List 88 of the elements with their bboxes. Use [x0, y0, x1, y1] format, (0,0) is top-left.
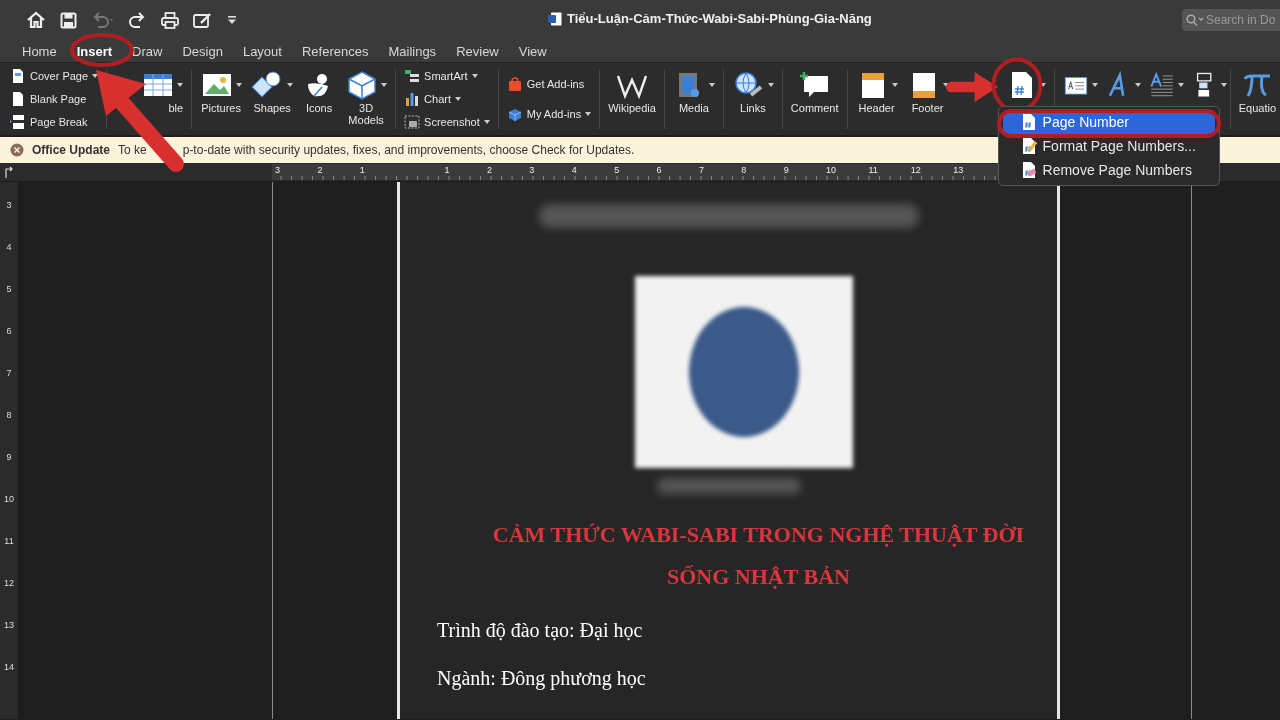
- ruler-number: 8: [741, 164, 747, 177]
- remove-page-number-icon: [1020, 161, 1037, 179]
- page-number-icon: [1020, 113, 1037, 131]
- ribbon-small-button[interactable]: My Add-ins: [504, 103, 594, 124]
- ribbon-button[interactable]: Pictures: [196, 68, 247, 114]
- ribbon-button[interactable]: Equatio: [1234, 68, 1280, 114]
- menu-item[interactable]: Remove Page Numbers: [1002, 158, 1215, 182]
- ribbon-button[interactable]: Wikipedia: [604, 68, 660, 114]
- ruler-number: 3: [275, 164, 280, 177]
- ribbon-small-button[interactable]: Chart: [402, 89, 492, 109]
- bar-chart-icon: [404, 91, 421, 107]
- ruler-number: 1: [444, 164, 450, 177]
- ruler-number: 2: [486, 164, 492, 177]
- page-break-icon: [10, 113, 26, 130]
- ribbon-tab[interactable]: Layout: [232, 40, 292, 62]
- ruler-number: 10: [826, 164, 837, 177]
- smartart-icon: [404, 68, 421, 85]
- ruler-number: 3: [529, 164, 535, 177]
- ribbon-button[interactable]: Links: [727, 68, 778, 114]
- message-text: p-to-date with security updates, fixes, and improvements, choose Check for Updates.: [182, 143, 635, 157]
- ruler-number: 3: [6, 199, 12, 212]
- print-icon[interactable]: [161, 11, 179, 29]
- ribbon-button[interactable]: Header: [851, 68, 902, 114]
- cover-page-icon: [10, 68, 26, 85]
- message-text: To ke: [118, 143, 147, 157]
- ribbon-tab[interactable]: Mailings: [378, 40, 447, 62]
- message-title: Office Update: [32, 143, 110, 157]
- ruler-number: 13: [953, 164, 964, 177]
- ribbon-small-button[interactable]: Blank Page: [8, 89, 101, 109]
- ribbon-tab[interactable]: Design: [172, 40, 233, 62]
- ribbon-tab[interactable]: Home: [12, 40, 67, 62]
- ruler-number: 6: [6, 325, 12, 338]
- blank-page-icon: [10, 91, 26, 107]
- home-icon[interactable]: [26, 11, 46, 29]
- search-icon[interactable]: [1186, 14, 1204, 26]
- ribbon-small-button[interactable]: Screenshot: [402, 111, 492, 132]
- ruler-number: 6: [656, 164, 662, 177]
- ribbon-button[interactable]: Comment: [786, 68, 843, 114]
- ruler-number: 1: [359, 164, 365, 177]
- ribbon-button[interactable]: 3D Models: [341, 68, 392, 126]
- document-text: Ngành: Đông phương học: [437, 666, 646, 692]
- menu-item[interactable]: Format Page Numbers...: [1002, 134, 1215, 158]
- ribbon-small-button[interactable]: Page Break: [8, 111, 101, 132]
- ruler-number: 9: [783, 164, 789, 177]
- ribbon-tab[interactable]: References: [291, 40, 379, 62]
- ribbon-tab[interactable]: Draw: [122, 40, 173, 62]
- undo-icon[interactable]: [91, 12, 115, 28]
- screenshot-icon: [404, 113, 421, 130]
- ribbon-button[interactable]: Media: [668, 68, 719, 114]
- ribbon-button[interactable]: Icons: [298, 68, 341, 114]
- ruler-number: 5: [614, 164, 620, 177]
- tab-selector-icon[interactable]: [4, 166, 14, 178]
- ruler-number: 11: [4, 535, 14, 548]
- ruler-number: 9: [6, 451, 12, 464]
- edit-icon[interactable]: [193, 11, 213, 29]
- ruler-number: 4: [571, 164, 577, 177]
- ribbon-button[interactable]: Footer: [902, 68, 953, 114]
- ribbon-small-button[interactable]: SmartArt: [402, 66, 492, 87]
- window-title: Tiểu-Luận-Cảm-Thức-Wabi-Sabi-Phùng-Gia-Năng: [567, 11, 872, 26]
- ribbon-tab[interactable]: Insert: [66, 40, 123, 62]
- shopping-bag-icon: [506, 76, 523, 93]
- ribbon-button[interactable]: ble: [137, 68, 188, 114]
- close-icon[interactable]: [10, 143, 24, 157]
- ribbon-tab[interactable]: View: [508, 40, 557, 62]
- ruler-number: 2: [317, 164, 323, 177]
- ruler-number: 5: [6, 283, 12, 296]
- document-heading: CẢM THỨC WABI-SABI TRONG NGHỆ THUẬT ĐỜI SỐNG NHẬT BẢN: [491, 521, 1026, 591]
- ruler-number: 4: [6, 241, 12, 254]
- ribbon-tab[interactable]: Review: [446, 40, 509, 62]
- redo-icon[interactable]: [129, 12, 147, 28]
- ruler-number: 8: [6, 409, 12, 422]
- search-field[interactable]: Search in Do: [1182, 9, 1280, 31]
- ribbon-small-button[interactable]: Get Add-ins: [504, 74, 594, 95]
- ruler-number: 14: [4, 661, 14, 674]
- document-icon: [548, 11, 562, 26]
- ruler-number: 12: [910, 164, 921, 177]
- document-text: Trình độ đào tạo: Đại học: [437, 618, 643, 643]
- ruler-number: 13: [4, 619, 14, 632]
- format-page-number-icon: [1020, 137, 1037, 155]
- annotation-circle: [70, 33, 134, 67]
- ruler-number: 7: [698, 164, 704, 177]
- customize-caret-icon[interactable]: [227, 15, 237, 25]
- ruler-number: 11: [868, 164, 878, 177]
- save-icon[interactable]: [60, 11, 77, 29]
- ruler-number: 12: [4, 577, 14, 590]
- ribbon-button[interactable]: Shapes: [247, 68, 298, 114]
- ruler-number: 7: [6, 367, 12, 380]
- ruler-number: 10: [4, 493, 14, 506]
